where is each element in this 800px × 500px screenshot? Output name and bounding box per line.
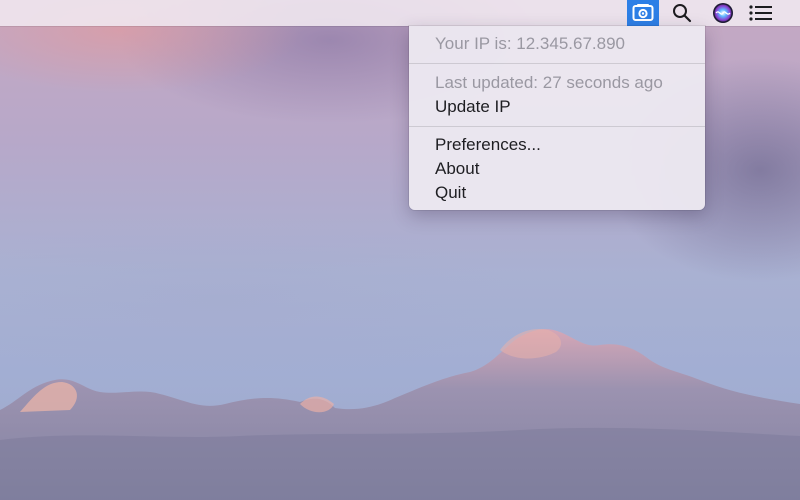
notification-center-item[interactable]	[744, 0, 778, 26]
last-updated-label: Last updated: 27 seconds ago	[435, 73, 663, 92]
current-ip-label: Your IP is: 12.345.67.890	[435, 34, 625, 53]
search-icon	[673, 4, 692, 23]
about-menu-item[interactable]: About	[435, 158, 479, 180]
siri-icon	[713, 3, 733, 23]
menu-separator	[409, 63, 705, 64]
ip-app-status-item[interactable]	[627, 0, 659, 26]
quit-menu-item[interactable]: Quit	[435, 182, 466, 204]
menu-separator	[409, 126, 705, 127]
ip-app-dropdown-menu: Your IP is: 12.345.67.890 Last updated: …	[409, 26, 705, 210]
spotlight-search-item[interactable]	[668, 0, 696, 26]
update-ip-menu-item[interactable]: Update IP	[435, 96, 511, 118]
desktop: Your IP is: 12.345.67.890 Last updated: …	[0, 0, 800, 500]
ip-app-icon	[632, 4, 654, 21]
notification-center-icon	[749, 5, 772, 21]
menu-bar	[0, 0, 800, 26]
preferences-menu-item[interactable]: Preferences...	[435, 134, 541, 156]
siri-item[interactable]	[708, 0, 738, 26]
